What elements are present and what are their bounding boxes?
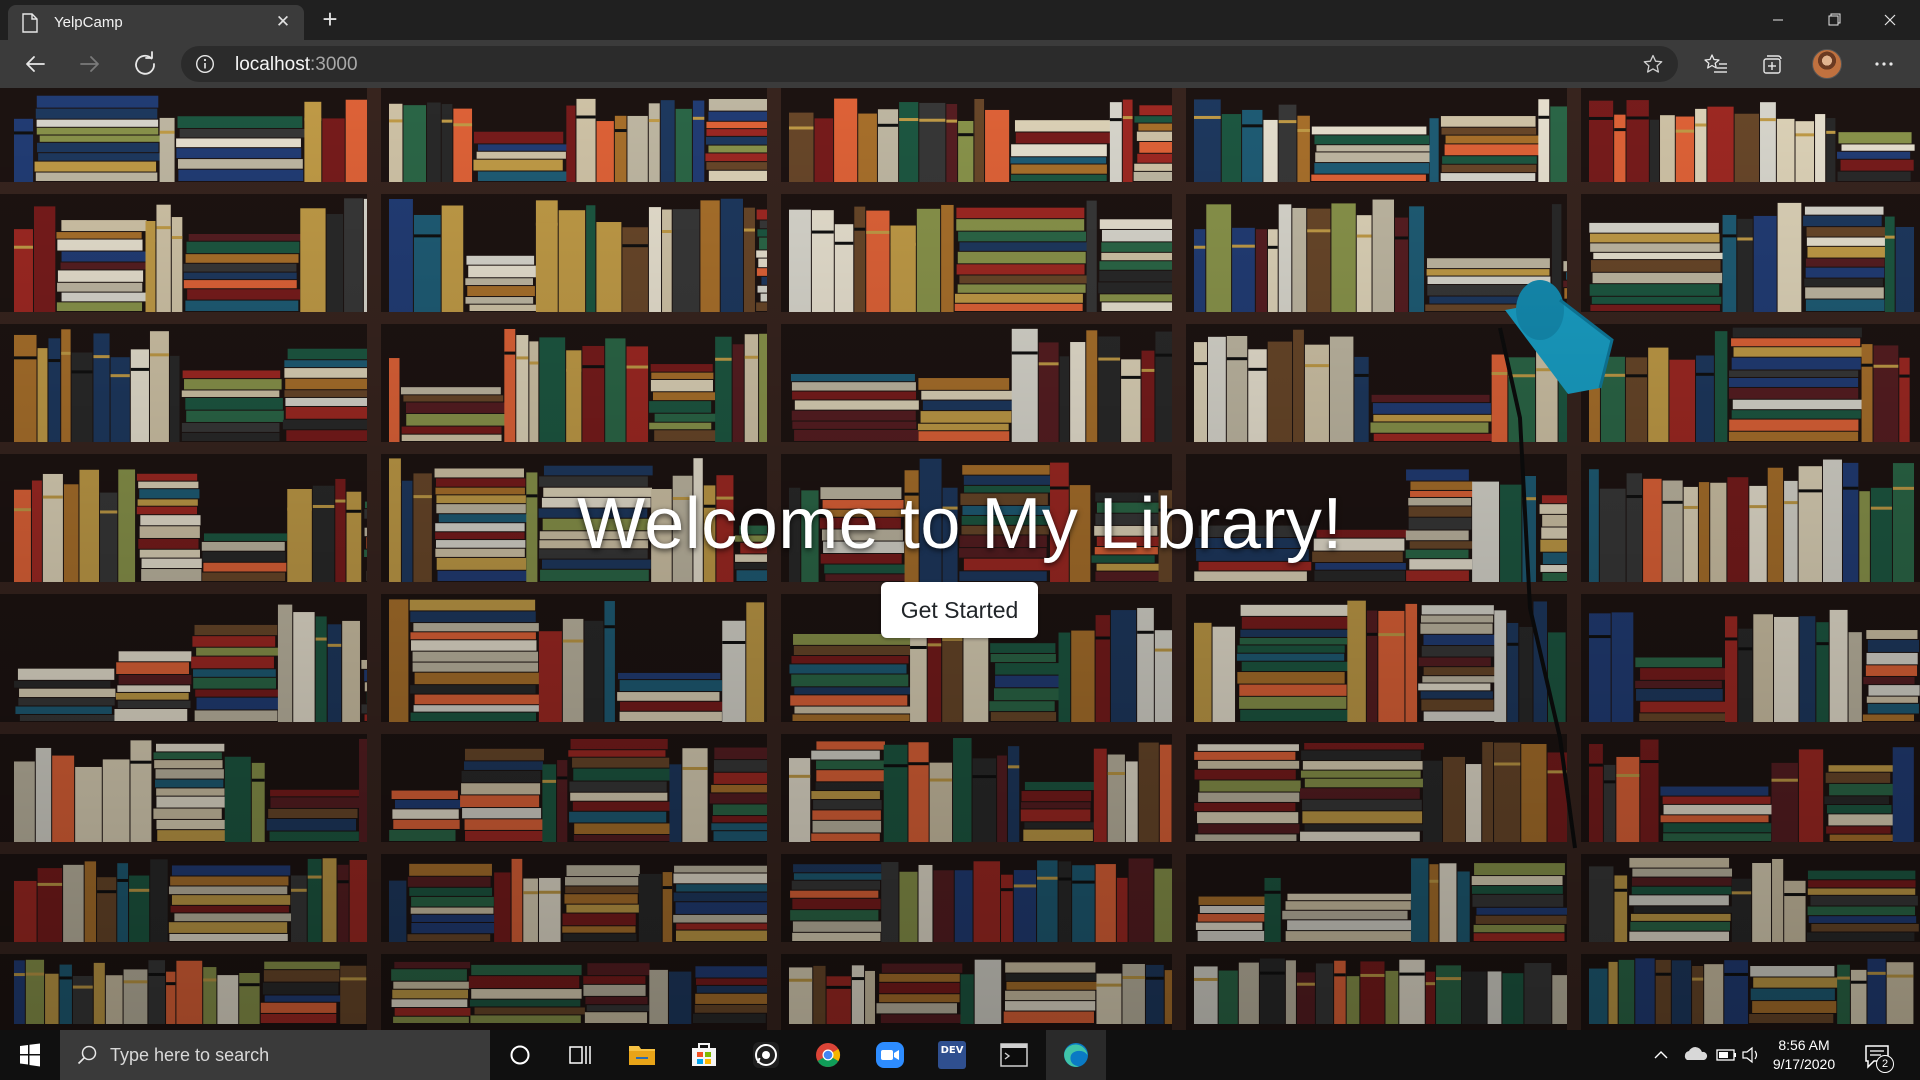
tab-title: YelpCamp [54, 14, 123, 31]
windows-taskbar: Type here to search DEV 8:56 AM 9/17/202… [0, 1030, 1920, 1080]
onedrive-icon[interactable] [1680, 1030, 1710, 1080]
task-view-icon[interactable] [550, 1030, 610, 1080]
page-viewport: Welcome to My Library! Get Started [0, 88, 1920, 1030]
windows-start-icon[interactable] [0, 1030, 60, 1080]
minimize-icon[interactable] [1750, 0, 1806, 40]
cortana-icon[interactable] [490, 1030, 550, 1080]
terminal-icon[interactable] [984, 1030, 1044, 1080]
url-text[interactable]: localhost:3000 [235, 54, 358, 76]
close-tab-icon[interactable]: ✕ [272, 11, 294, 33]
url-host: localhost [235, 54, 310, 75]
chevron-up-icon[interactable] [1648, 1030, 1674, 1080]
address-bar[interactable]: localhost:3000 [181, 46, 1678, 82]
search-icon [77, 1045, 97, 1065]
collections-icon[interactable] [1756, 48, 1788, 80]
hero-section: Welcome to My Library! Get Started [0, 88, 1920, 1030]
profile-avatar[interactable] [1812, 49, 1842, 79]
new-tab-button[interactable]: + [314, 4, 346, 36]
whatsapp-icon[interactable] [736, 1030, 796, 1080]
window-close-icon[interactable] [1862, 0, 1918, 40]
store-icon[interactable] [674, 1030, 734, 1080]
browser-titlebar: YelpCamp ✕ + [0, 0, 1920, 40]
file-explorer-icon[interactable] [612, 1030, 672, 1080]
chrome-icon[interactable] [798, 1030, 858, 1080]
url-port: :3000 [310, 54, 358, 75]
get-started-button[interactable]: Get Started [881, 582, 1038, 638]
taskbar-search[interactable]: Type here to search [60, 1030, 490, 1080]
forward-arrow-icon[interactable] [74, 48, 106, 80]
dev-icon[interactable]: DEV [922, 1030, 982, 1080]
battery-icon[interactable] [1712, 1030, 1740, 1080]
back-arrow-icon[interactable] [19, 48, 51, 80]
clock-time: 8:56 AM [1778, 1037, 1830, 1053]
browser-toolbar: localhost:3000 [0, 40, 1920, 88]
taskbar-clock[interactable]: 8:56 AM 9/17/2020 [1756, 1036, 1852, 1074]
dev-label: DEV [940, 1045, 964, 1056]
edge-icon[interactable] [1046, 1030, 1106, 1080]
reload-icon[interactable] [129, 48, 161, 80]
favorites-icon[interactable] [1700, 48, 1732, 80]
screen: YelpCamp ✕ + localhost:3000 Welcome to M… [0, 0, 1920, 1080]
info-icon[interactable] [195, 54, 215, 74]
page-icon [22, 13, 38, 33]
search-placeholder: Type here to search [110, 1045, 270, 1065]
zoom-icon[interactable] [860, 1030, 920, 1080]
restore-icon[interactable] [1806, 0, 1862, 40]
star-icon[interactable] [1642, 53, 1664, 75]
clock-date: 9/17/2020 [1772, 1056, 1836, 1072]
browser-tab[interactable]: YelpCamp ✕ [8, 5, 304, 40]
hero-title: Welcome to My Library! [577, 484, 1343, 564]
more-icon[interactable] [1868, 48, 1900, 80]
notification-count-badge: 2 [1876, 1055, 1894, 1073]
